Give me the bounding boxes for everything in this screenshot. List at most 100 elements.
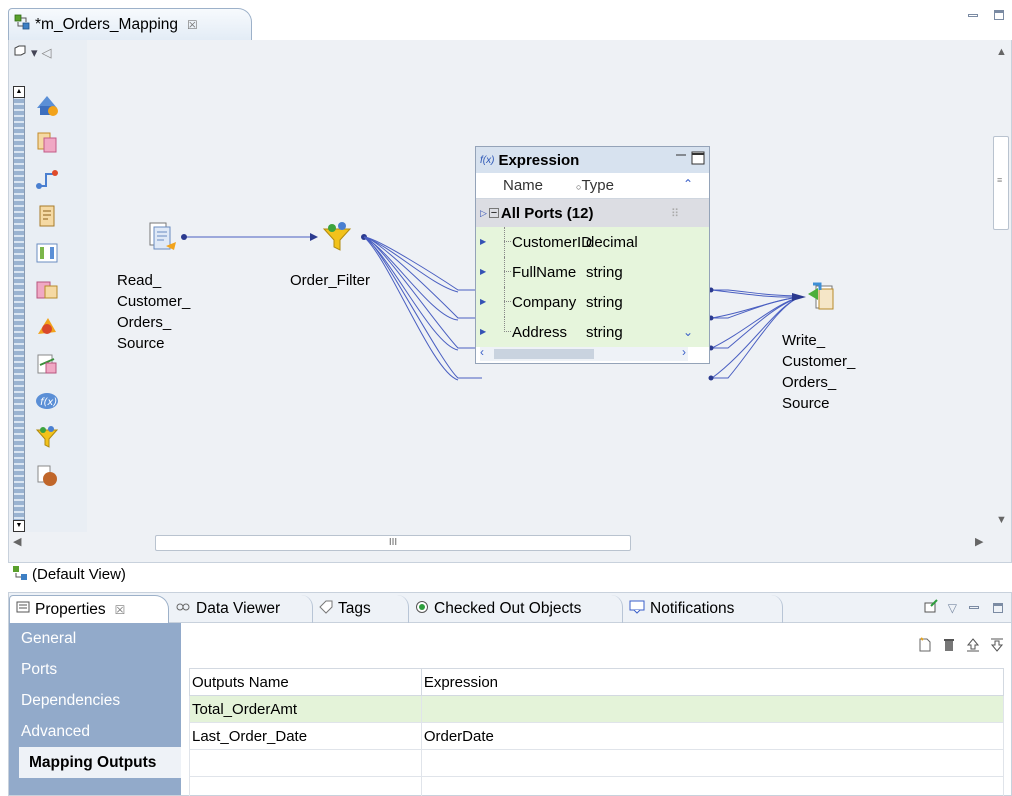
minimize-icon[interactable] [966, 8, 980, 22]
editor-status-strip [168, 562, 1012, 586]
collapse-icon[interactable]: − [488, 208, 499, 219]
close-icon[interactable]: ☒ [187, 18, 198, 32]
port-row[interactable]: ▶ FullName string [476, 257, 709, 287]
editor-tab-title: *m_Orders_Mapping [35, 15, 179, 33]
expression-icon[interactable]: f(x) [33, 388, 61, 414]
target-icon[interactable] [33, 129, 61, 155]
filter-icon[interactable] [320, 220, 354, 254]
tab-label: Properties [35, 600, 106, 618]
scroll-right-icon[interactable]: › [682, 345, 686, 359]
tab-tags[interactable]: Tags [313, 595, 409, 623]
tab-checked-out-objects[interactable]: Checked Out Objects [409, 595, 623, 623]
port-name: Address [512, 323, 568, 341]
properties-tab-bar: Properties ☒ Data Viewer Tags Checked Ou… [9, 593, 1011, 623]
union-icon[interactable] [33, 351, 61, 377]
sorter-icon[interactable] [33, 314, 61, 340]
source-icon[interactable] [33, 92, 61, 118]
nav-item-dependencies[interactable]: Dependencies [9, 685, 181, 716]
port-row[interactable]: ▶ Address string ⌄ [476, 317, 709, 347]
scroll-up-icon[interactable]: ▲ [13, 86, 25, 98]
port-input-icon: ▶ [480, 267, 487, 276]
table-row[interactable] [189, 749, 1005, 777]
joiner-icon[interactable] [33, 166, 61, 192]
column-type-header[interactable]: ○Type [576, 177, 656, 194]
maximize-icon[interactable] [991, 601, 1005, 615]
output-name-cell[interactable]: Last_Order_Date [189, 722, 422, 750]
output-expression-cell[interactable] [420, 776, 1005, 796]
output-expression-cell[interactable] [420, 749, 1005, 777]
nav-item-ports[interactable]: Ports [9, 654, 181, 685]
palette-menu-icon[interactable] [13, 44, 27, 61]
source-icon[interactable] [146, 220, 180, 254]
delete-icon[interactable] [941, 637, 957, 653]
output-name-cell[interactable]: Total_OrderAmt [189, 695, 422, 723]
minimize-icon[interactable] [675, 151, 687, 169]
target-label-line: Customer_ [782, 353, 856, 370]
drag-handle-icon[interactable]: ⠿ [671, 207, 679, 220]
output-name-cell[interactable] [189, 749, 422, 777]
scroll-down-icon[interactable]: ▼ [13, 520, 25, 532]
column-header-expression[interactable]: Expression [420, 668, 1005, 696]
scroll-down-icon[interactable]: ⌄ [683, 325, 693, 339]
aggregator-icon[interactable] [33, 277, 61, 303]
vertical-scroll-thumb[interactable]: ≡ [993, 136, 1009, 230]
expression-horizontal-scrollbar[interactable]: ‹ › [480, 345, 688, 361]
target-node-label[interactable]: Write_ Customer_ Orders_ Source [782, 330, 855, 414]
port-name: FullName [512, 263, 577, 281]
nav-item-mapping-outputs[interactable]: Mapping Outputs [19, 747, 181, 778]
scroll-left-icon[interactable]: ◀ [13, 535, 21, 548]
output-expression-cell[interactable]: OrderDate [420, 722, 1005, 750]
tab-notifications[interactable]: Notifications [623, 595, 783, 623]
target-label-line: Source [782, 395, 830, 412]
vertical-scrollbar[interactable]: ▲ ≡ ▼ [991, 40, 1011, 532]
minimize-icon[interactable] [967, 601, 981, 615]
scroll-left-icon[interactable]: ‹ [480, 345, 484, 359]
tab-properties[interactable]: Properties ☒ [9, 595, 169, 623]
expression-transformation[interactable]: f(x) Expression Name ○Type ⌃ ▷ − All Por… [475, 146, 710, 364]
column-header-outputs-name[interactable]: Outputs Name [189, 668, 422, 696]
output-name-cell[interactable] [189, 776, 422, 796]
lookup-icon[interactable] [33, 203, 61, 229]
tab-data-viewer[interactable]: Data Viewer [169, 595, 313, 623]
scroll-down-icon[interactable]: ▼ [996, 514, 1007, 526]
maximize-icon[interactable] [691, 151, 705, 169]
all-ports-label: All Ports (12) [500, 204, 594, 222]
open-editor-icon[interactable] [924, 599, 938, 616]
palette-scrollbar[interactable]: ▲ ▼ [13, 86, 25, 532]
collapse-palette-icon[interactable]: ◁ [42, 45, 52, 61]
table-row[interactable]: Total_OrderAmt [189, 695, 1005, 723]
scroll-up-icon[interactable]: ⌃ [683, 177, 693, 191]
close-icon[interactable]: ☒ [115, 603, 126, 617]
column-type-label: Type [581, 177, 614, 194]
router-icon[interactable] [33, 240, 61, 266]
palette-toolbar: ▾ ◁ [13, 44, 52, 61]
move-up-icon[interactable] [965, 637, 981, 653]
scroll-up-icon[interactable]: ▲ [996, 46, 1007, 58]
output-expression-cell[interactable] [420, 695, 1005, 723]
nav-item-advanced[interactable]: Advanced [9, 716, 181, 747]
new-output-icon[interactable] [917, 637, 933, 653]
source-node-label[interactable]: Read_ Customer_ Orders_ Source [117, 270, 190, 354]
filter-icon[interactable] [33, 425, 61, 451]
view-menu-icon[interactable]: ▽ [948, 601, 957, 615]
port-row[interactable]: ▶ CustomerID decimal [476, 227, 709, 257]
move-down-icon[interactable] [989, 637, 1005, 653]
table-row[interactable]: Last_Order_Date OrderDate [189, 722, 1005, 750]
maximize-icon[interactable] [992, 8, 1006, 22]
table-row[interactable] [189, 776, 1005, 796]
port-triangle-icon: ▷ [480, 207, 487, 218]
nav-item-general[interactable]: General [9, 623, 181, 654]
editor-tab-m-orders-mapping[interactable]: *m_Orders_Mapping ☒ [8, 8, 252, 40]
filter-node-label[interactable]: Order_Filter [290, 270, 370, 291]
column-name-header[interactable]: Name [476, 177, 576, 194]
target-icon[interactable] [804, 280, 838, 314]
all-ports-group[interactable]: ▷ − All Ports (12) ⠿ [476, 199, 709, 227]
default-view-tab[interactable]: (Default View) [8, 562, 168, 586]
expression-title-bar[interactable]: f(x) Expression [476, 147, 709, 173]
chevron-down-icon[interactable]: ▾ [31, 45, 38, 61]
scroll-right-icon[interactable]: ▶ [975, 535, 983, 548]
port-row[interactable]: ▶ Company string [476, 287, 709, 317]
normalizer-icon[interactable] [33, 462, 61, 488]
horizontal-scrollbar[interactable]: ◀ III ▶ [9, 532, 1011, 552]
horizontal-scroll-thumb[interactable]: III [155, 535, 631, 551]
